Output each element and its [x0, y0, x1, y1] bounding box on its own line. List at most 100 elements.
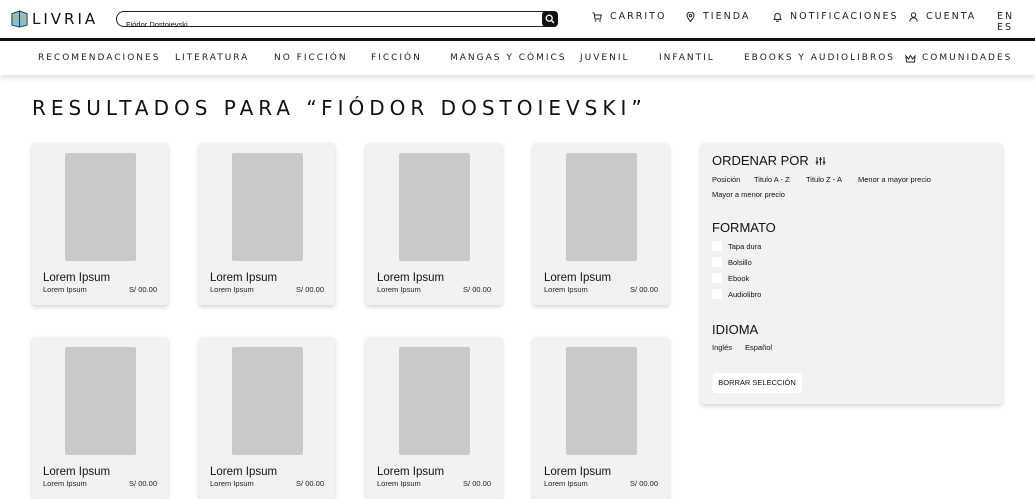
category-ebooks-y-audiolibros[interactable]: EBOOKS Y AUDIOLIBROS — [744, 53, 895, 63]
logo[interactable]: LIVRIA — [10, 9, 98, 28]
format-option-tapa-dura[interactable]: Tapa dura — [712, 241, 761, 251]
category-comunidades[interactable]: COMUNIDADES — [905, 53, 1012, 63]
product-author: Lorem Ipsum — [210, 285, 254, 294]
product-card[interactable]: Lorem Ipsum Lorem Ipsum S/ 00.00 — [199, 143, 335, 305]
sliders-icon — [815, 156, 825, 165]
sort-option-posicion[interactable]: Posición — [712, 175, 740, 184]
product-card[interactable]: Lorem Ipsum Lorem Ipsum S/ 00.00 — [366, 143, 502, 305]
category-label: COMUNIDADES — [922, 53, 1013, 63]
category-no-ficcion[interactable]: NO FICCIÓN — [274, 53, 348, 63]
product-card[interactable]: Lorem Ipsum Lorem Ipsum S/ 00.00 — [366, 337, 502, 499]
product-card[interactable]: Lorem Ipsum Lorem Ipsum S/ 00.00 — [199, 337, 335, 499]
notifications-link[interactable]: NOTIFICACIONES — [773, 11, 898, 22]
format-option-audiolibro[interactable]: Audiolibro — [712, 289, 761, 299]
book-cover-placeholder — [399, 347, 470, 455]
book-cover-placeholder — [65, 153, 136, 261]
store-label: TIENDA — [703, 11, 751, 22]
category-literatura[interactable]: LITERATURA — [175, 53, 249, 63]
product-price: S/ 00.00 — [296, 479, 324, 488]
book-cover-placeholder — [566, 347, 637, 455]
sort-option-titulo-a-z[interactable]: Titulo A - Z — [754, 175, 790, 184]
product-price: S/ 00.00 — [129, 479, 157, 488]
sort-option-menor-a-mayor[interactable]: Menor a mayor precio — [858, 175, 931, 184]
search-bar — [116, 11, 558, 32]
product-price: S/ 00.00 — [630, 479, 658, 488]
top-bar: LIVRIA CARRITO TIENDA NOTIFICACIONES — [0, 0, 1035, 38]
store-link[interactable]: TIENDA — [686, 11, 750, 22]
product-title: Lorem Ipsum — [544, 272, 612, 284]
checkbox[interactable] — [712, 241, 722, 251]
category-infantil[interactable]: INFANTIL — [659, 53, 715, 63]
category-mangas-y-comics[interactable]: MANGAS Y CÓMICS — [450, 53, 567, 63]
product-card[interactable]: Lorem Ipsum Lorem Ipsum S/ 00.00 — [533, 143, 669, 305]
category-recomendaciones[interactable]: RECOMENDACIONES — [38, 53, 160, 63]
sort-option-mayor-a-menor[interactable]: Mayor a menor precio — [712, 190, 785, 199]
category-label: INFANTIL — [659, 53, 715, 63]
product-author: Lorem Ipsum — [377, 285, 421, 294]
sort-title: ORDENAR POR — [712, 153, 809, 168]
account-link[interactable]: CUENTA — [909, 11, 976, 22]
language-option-ingles[interactable]: Inglés — [712, 343, 732, 352]
category-label: NO FICCIÓN — [274, 53, 348, 63]
search-button[interactable] — [542, 11, 558, 27]
category-label: RECOMENDACIONES — [38, 53, 161, 63]
product-card[interactable]: Lorem Ipsum Lorem Ipsum S/ 00.00 — [32, 337, 168, 499]
product-title: Lorem Ipsum — [210, 466, 278, 478]
language-toggle[interactable]: EN ES — [997, 11, 1035, 33]
product-title: Lorem Ipsum — [544, 466, 612, 478]
user-icon — [909, 11, 918, 22]
product-price: S/ 00.00 — [463, 285, 491, 294]
product-card[interactable]: Lorem Ipsum Lorem Ipsum S/ 00.00 — [533, 337, 669, 499]
filter-panel: ORDENAR POR Posición Titulo A - Z Titulo… — [701, 143, 1002, 404]
search-icon — [545, 14, 555, 24]
format-heading: FORMATO — [712, 220, 776, 235]
category-juvenil[interactable]: JUVENIL — [580, 53, 630, 63]
search-input[interactable] — [117, 17, 537, 32]
bell-icon — [773, 12, 782, 22]
product-card[interactable]: Lorem Ipsum Lorem Ipsum S/ 00.00 — [32, 143, 168, 305]
cart-link[interactable]: CARRITO — [592, 11, 666, 22]
product-price: S/ 00.00 — [630, 285, 658, 294]
format-option-bolsillo[interactable]: Bolsillo — [712, 257, 752, 267]
book-cover-placeholder — [232, 153, 303, 261]
clear-selection-button[interactable]: BORRAR SELECCIÓN — [712, 373, 802, 393]
notifications-label: NOTIFICACIONES — [790, 11, 899, 22]
category-label: EBOOKS Y AUDIOLIBROS — [744, 53, 896, 63]
product-price: S/ 00.00 — [129, 285, 157, 294]
product-author: Lorem Ipsum — [544, 285, 588, 294]
language-option-espanol[interactable]: Español — [745, 343, 772, 352]
product-title: Lorem Ipsum — [377, 466, 445, 478]
format-option-label: Audiolibro — [728, 289, 762, 299]
language-heading: IDIOMA — [712, 322, 758, 337]
product-title: Lorem Ipsum — [377, 272, 445, 284]
book-cover-placeholder — [65, 347, 136, 455]
product-author: Lorem Ipsum — [43, 479, 87, 488]
checkbox[interactable] — [712, 289, 722, 299]
product-price: S/ 00.00 — [463, 479, 491, 488]
product-title: Lorem Ipsum — [210, 272, 278, 284]
book-cover-placeholder — [232, 347, 303, 455]
checkbox[interactable] — [712, 257, 722, 267]
product-title: Lorem Ipsum — [43, 272, 111, 284]
account-label: CUENTA — [926, 11, 977, 22]
product-title: Lorem Ipsum — [43, 466, 111, 478]
category-ficcion[interactable]: FICCIÓN — [371, 53, 422, 63]
cart-icon — [592, 12, 602, 22]
sort-heading: ORDENAR POR — [712, 153, 826, 168]
location-pin-icon — [686, 11, 695, 22]
page-title: RESULTADOS PARA “FIÓDOR DOSTOIEVSKI” — [32, 96, 647, 120]
crown-icon — [905, 53, 916, 62]
book-cover-placeholder — [566, 153, 637, 261]
product-author: Lorem Ipsum — [544, 479, 588, 488]
cart-label: CARRITO — [610, 11, 667, 22]
format-option-ebook[interactable]: Ebook — [712, 273, 749, 283]
category-label: JUVENIL — [580, 53, 630, 63]
language-toggle-label: EN ES — [997, 11, 1015, 33]
product-price: S/ 00.00 — [296, 285, 324, 294]
product-author: Lorem Ipsum — [210, 479, 254, 488]
format-option-label: Tapa dura — [728, 241, 762, 251]
format-option-label: Bolsillo — [728, 257, 752, 267]
sort-option-titulo-z-a[interactable]: Titulo Z - A — [806, 175, 842, 184]
checkbox[interactable] — [712, 273, 722, 283]
product-author: Lorem Ipsum — [377, 479, 421, 488]
